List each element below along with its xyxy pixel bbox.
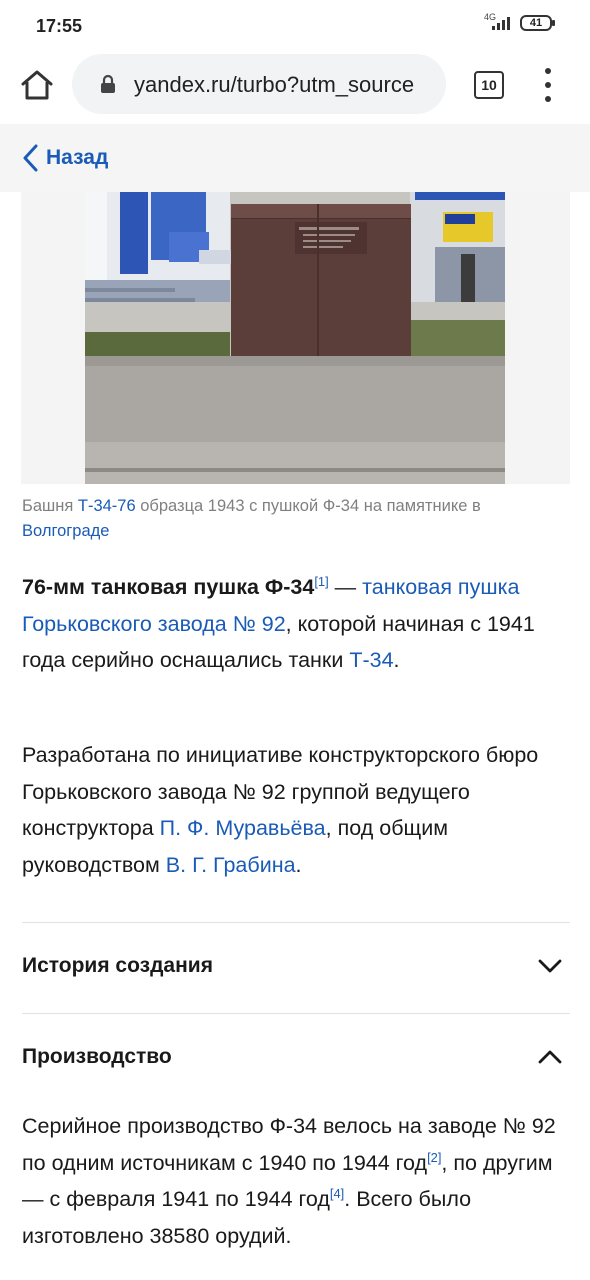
image-caption: Башня Т-34-76 образца 1943 с пушкой Ф-34…: [22, 494, 570, 544]
address-bar[interactable]: yandex.ru/turbo?utm_source: [72, 54, 446, 114]
battery-icon: 41: [520, 15, 555, 31]
link-t34[interactable]: Т-34: [349, 648, 393, 672]
production-paragraph: Серийное производство Ф-34 велось на зав…: [22, 1108, 572, 1254]
chevron-left-icon: [23, 144, 38, 172]
section-divider: [22, 922, 570, 923]
back-label: Назад: [46, 146, 109, 169]
status-time: 17:55: [36, 16, 83, 36]
link-muravyev[interactable]: П. Ф. Муравьёва: [160, 816, 326, 840]
article-term: 76-мм танковая пушка Ф-34: [22, 575, 315, 599]
back-button[interactable]: Назад: [22, 144, 108, 172]
section-production-header[interactable]: Производство: [22, 1037, 570, 1081]
image-margin-left: [21, 192, 85, 484]
caption-text: образца 1943 с пушкой Ф-34 на памятнике …: [135, 497, 481, 515]
home-icon[interactable]: [18, 66, 56, 104]
image-margin-right: [505, 192, 570, 484]
monument-photo[interactable]: [85, 192, 505, 484]
intro-paragraph: 76-мм танковая пушка Ф-34[1] — танковая …: [22, 569, 572, 679]
section-divider: [22, 1013, 570, 1014]
reference-link-1[interactable]: [1]: [314, 574, 328, 589]
more-menu-icon[interactable]: [538, 68, 558, 102]
browser-toolbar: yandex.ru/turbo?utm_source 10: [0, 52, 590, 124]
caption-text: Башня: [22, 497, 78, 515]
cellular-signal-icon: 4G: [482, 12, 510, 32]
reference-link-4[interactable]: [4]: [330, 1186, 344, 1201]
reference-link-2[interactable]: [2]: [427, 1149, 441, 1164]
tab-switcher-button[interactable]: 10: [474, 71, 504, 99]
link-grabin[interactable]: В. Г. Грабина: [166, 853, 296, 877]
section-title: История создания: [22, 954, 213, 977]
section-history-header[interactable]: История создания: [22, 946, 570, 990]
page-nav-bar: Назад: [0, 124, 590, 192]
url-text: yandex.ru/turbo?utm_source: [134, 72, 415, 97]
status-icons: 4G 41: [482, 12, 555, 32]
chevron-down-icon: [538, 959, 562, 973]
chevron-up-icon: [538, 1050, 562, 1064]
status-bar: 17:55 4G 41: [0, 0, 590, 52]
paragraph-text: —: [328, 575, 363, 599]
lock-icon: [100, 74, 116, 94]
paragraph-text: .: [393, 648, 400, 672]
caption-link-t34-76[interactable]: Т-34-76: [78, 497, 136, 515]
paragraph-text: .: [295, 852, 302, 877]
development-paragraph: Разработана по инициативе конструкторско…: [22, 737, 572, 883]
caption-link-volgograd[interactable]: Волгограде: [22, 522, 109, 540]
section-title: Производство: [22, 1045, 172, 1068]
